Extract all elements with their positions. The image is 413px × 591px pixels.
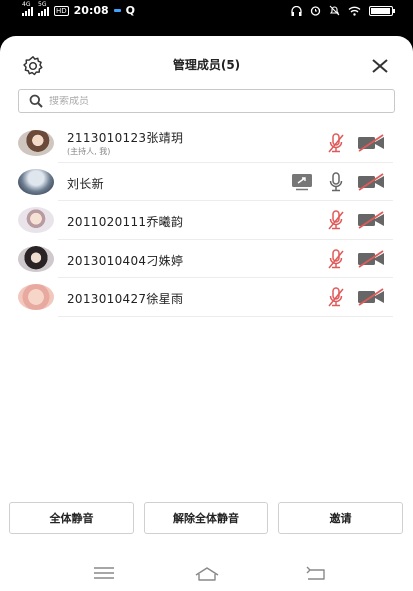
mute-all-button[interactable]: 全体静音 — [9, 502, 134, 534]
member-row[interactable]: 2013010404刁姝婷 — [0, 240, 413, 278]
system-nav-bar — [0, 562, 413, 588]
bottom-actions: 全体静音 解除全体静音 邀请 — [0, 502, 413, 536]
alarm-icon — [310, 6, 321, 16]
sheet-header: 管理成员(5) — [0, 36, 413, 88]
member-name: 2013010427徐星雨 — [67, 292, 184, 306]
search-bar[interactable] — [18, 89, 395, 113]
member-row[interactable]: 刘长新 — [0, 163, 413, 201]
screen-share-icon[interactable] — [291, 173, 313, 191]
member-row[interactable]: 2011020111乔曦韵 — [0, 201, 413, 240]
member-list: 2113010123张靖玥 (主持人, 我) 刘长新 2011020111乔曦韵… — [0, 124, 413, 317]
member-role: (主持人, 我) — [67, 147, 111, 156]
search-input[interactable] — [49, 95, 349, 107]
member-name: 2013010404刁姝婷 — [67, 253, 184, 268]
signal-type-label: 5G — [38, 0, 47, 8]
camera-off-icon[interactable] — [357, 288, 385, 306]
member-row[interactable]: 2013010427徐星雨 — [0, 278, 413, 317]
invite-button[interactable]: 邀请 — [278, 502, 403, 534]
avatar — [18, 207, 54, 233]
battery-icon — [369, 5, 395, 16]
mic-muted-icon[interactable] — [328, 210, 344, 230]
camera-off-icon[interactable] — [357, 134, 385, 152]
mic-muted-icon[interactable] — [328, 287, 344, 307]
avatar — [18, 168, 54, 195]
camera-off-icon[interactable] — [357, 211, 385, 229]
notification-dash-icon — [113, 9, 121, 12]
mic-muted-icon[interactable] — [328, 248, 344, 269]
close-icon[interactable] — [371, 57, 389, 75]
unmute-all-button[interactable]: 解除全体静音 — [144, 502, 268, 534]
back-icon[interactable] — [304, 566, 326, 582]
avatar — [18, 130, 54, 156]
status-bar: 4G 5G HD 20:08 Q — [0, 0, 413, 22]
member-name: 2113010123张靖玥 — [67, 131, 184, 145]
headphones-icon — [291, 5, 302, 16]
camera-off-icon[interactable] — [357, 249, 385, 268]
member-row[interactable]: 2113010123张靖玥 (主持人, 我) — [0, 124, 413, 163]
avatar — [18, 284, 54, 310]
manage-members-sheet: 管理成员(5) 2113010123张靖玥 (主持人, 我) — [0, 36, 413, 591]
camera-off-icon[interactable] — [357, 172, 385, 191]
signal-icon: 5G — [38, 1, 49, 16]
page-title: 管理成员(5) — [172, 58, 241, 72]
clock: 20:08 — [73, 4, 109, 17]
avatar — [18, 245, 54, 272]
wifi-icon — [348, 6, 361, 16]
search-icon — [29, 94, 43, 108]
mic-icon[interactable] — [328, 171, 344, 192]
home-icon[interactable] — [194, 566, 220, 582]
mic-muted-icon[interactable] — [328, 133, 344, 153]
app-notification-icon: Q — [125, 4, 136, 17]
member-name: 刘长新 — [67, 176, 104, 191]
signal-type-label: 4G — [22, 0, 31, 8]
menu-icon[interactable] — [93, 566, 115, 580]
member-name: 2011020111乔曦韵 — [67, 215, 184, 229]
signal-icon: 4G — [22, 1, 33, 16]
hd-badge: HD — [54, 5, 69, 16]
mute-bell-icon — [329, 5, 340, 16]
